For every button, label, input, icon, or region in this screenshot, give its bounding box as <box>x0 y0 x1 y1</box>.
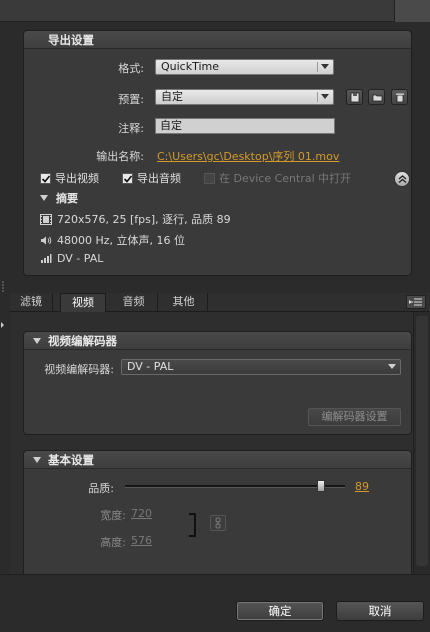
export-video-label: 导出视频 <box>55 172 99 185</box>
format-label: 格式: <box>118 62 144 75</box>
cancel-button[interactable]: 取消 <box>336 601 424 621</box>
constrain-proportions-button[interactable] <box>210 515 226 531</box>
collapse-up-icon <box>398 175 407 183</box>
settings-scroll-area[interactable]: 视频编解码器 视频编解码器: DV - PAL 编解码器设置 基本设置 品质: … <box>10 312 430 574</box>
export-audio-check <box>122 172 133 184</box>
device-central-check <box>204 172 215 184</box>
quality-slider-thumb[interactable] <box>316 480 325 492</box>
chain-link-icon <box>215 517 221 529</box>
comment-label: 注释: <box>118 122 144 135</box>
speaker-icon <box>41 236 52 244</box>
export-audio-checkbox[interactable]: 导出音频 <box>122 170 181 186</box>
height-label: 高度: <box>100 536 126 549</box>
comment-field[interactable]: 自定 <box>155 118 335 134</box>
film-strip-icon <box>40 213 52 225</box>
bitrate-icon <box>41 254 52 263</box>
window-corner <box>394 0 430 22</box>
expand-triangle-icon <box>33 338 41 344</box>
output-name-link[interactable]: C:\Users\gc\Desktop\序列 01.mov <box>157 148 339 164</box>
width-value[interactable]: 720 <box>131 507 152 520</box>
format-value: QuickTime <box>161 60 220 73</box>
codec-value: DV - PAL <box>127 360 174 373</box>
settings-scroll-thumb[interactable] <box>416 316 428 566</box>
basic-settings-panel: 基本设置 品质: 89 宽度: 720 高度: 576 <box>23 450 412 574</box>
export-audio-label: 导出音频 <box>137 172 181 185</box>
panel-menu-icon <box>409 298 422 306</box>
left-edge-arrow[interactable] <box>0 320 6 330</box>
delete-preset-icon <box>396 93 404 103</box>
tab-filters[interactable]: 滤镜 <box>10 293 53 312</box>
expand-triangle-icon <box>40 195 48 201</box>
height-value[interactable]: 576 <box>131 534 152 547</box>
dialog-footer: 确定 取消 <box>0 574 430 632</box>
summary-video-line: 720x576, 25 [fps], 逐行, 品质 89 <box>40 211 231 227</box>
codec-settings-button[interactable]: 编解码器设置 <box>308 408 401 426</box>
window-top-strip <box>0 0 430 22</box>
tab-video[interactable]: 视频 <box>60 293 106 312</box>
expand-triangle-icon <box>33 457 41 463</box>
settings-tabs: 滤镜 视频 音频 其他 <box>10 293 430 312</box>
basic-settings-header[interactable]: 基本设置 <box>24 451 411 469</box>
summary-codec-text: DV - PAL <box>57 252 104 265</box>
device-central-checkbox[interactable]: 在 Device Central 中打开 <box>204 170 351 186</box>
video-codec-header[interactable]: 视频编解码器 <box>24 332 411 350</box>
device-central-label: 在 Device Central 中打开 <box>219 172 352 185</box>
export-settings-header: 导出设置 <box>24 31 411 49</box>
preset-label: 预置: <box>118 93 144 106</box>
quality-label: 品质: <box>88 482 114 495</box>
output-name-label: 输出名称: <box>96 150 144 163</box>
quality-slider-track[interactable] <box>125 485 345 488</box>
import-preset-button[interactable] <box>368 89 385 105</box>
summary-video-text: 720x576, 25 [fps], 逐行, 品质 89 <box>57 213 231 226</box>
checkmark-icon <box>123 174 133 183</box>
summary-title: 摘要 <box>56 192 78 205</box>
preset-value: 自定 <box>161 90 183 103</box>
width-label: 宽度: <box>100 509 126 522</box>
codec-dropdown[interactable]: DV - PAL <box>121 359 401 375</box>
codec-label: 视频编解码器: <box>44 363 114 376</box>
format-dropdown[interactable]: QuickTime <box>155 59 334 75</box>
export-video-checkbox[interactable]: 导出视频 <box>40 170 99 186</box>
link-bracket <box>189 513 196 537</box>
save-preset-icon <box>350 92 360 103</box>
export-video-check <box>40 172 51 184</box>
grip-dots-icon <box>2 281 4 292</box>
basic-settings-title: 基本设置 <box>48 453 94 467</box>
video-codec-title: 视频编解码器 <box>48 334 117 348</box>
panel-menu-button[interactable] <box>406 295 426 309</box>
import-preset-icon <box>372 94 383 102</box>
export-settings-panel: 导出设置 格式: QuickTime 预置: 自定 注释: 自定 输出名称: C… <box>23 30 412 276</box>
tab-audio[interactable]: 音频 <box>110 293 158 312</box>
settings-scrollbar[interactable] <box>413 312 430 574</box>
delete-preset-button[interactable] <box>391 89 408 105</box>
export-settings-title: 导出设置 <box>48 33 94 47</box>
save-preset-button[interactable] <box>346 89 363 105</box>
ok-button[interactable]: 确定 <box>236 601 324 621</box>
left-edge-grip[interactable] <box>0 280 6 294</box>
chevron-down-icon <box>321 64 329 69</box>
summary-audio-line: 48000 Hz, 立体声, 16 位 <box>40 232 185 248</box>
preset-dropdown-separator <box>317 92 318 102</box>
checkmark-icon <box>41 174 51 183</box>
preset-dropdown[interactable]: 自定 <box>155 89 334 105</box>
format-dropdown-separator <box>317 62 318 72</box>
video-codec-panel: 视频编解码器 视频编解码器: DV - PAL 编解码器设置 <box>23 331 412 435</box>
chevron-down-icon <box>321 94 329 99</box>
chevron-down-icon <box>388 364 396 369</box>
tab-other[interactable]: 其他 <box>160 293 208 312</box>
summary-codec-line: DV - PAL <box>40 252 103 265</box>
quality-value[interactable]: 89 <box>355 480 369 493</box>
collapse-button[interactable] <box>394 171 410 187</box>
summary-audio-text: 48000 Hz, 立体声, 16 位 <box>57 234 186 247</box>
summary-header[interactable]: 摘要 <box>40 191 78 205</box>
chevron-right-icon <box>1 322 4 328</box>
